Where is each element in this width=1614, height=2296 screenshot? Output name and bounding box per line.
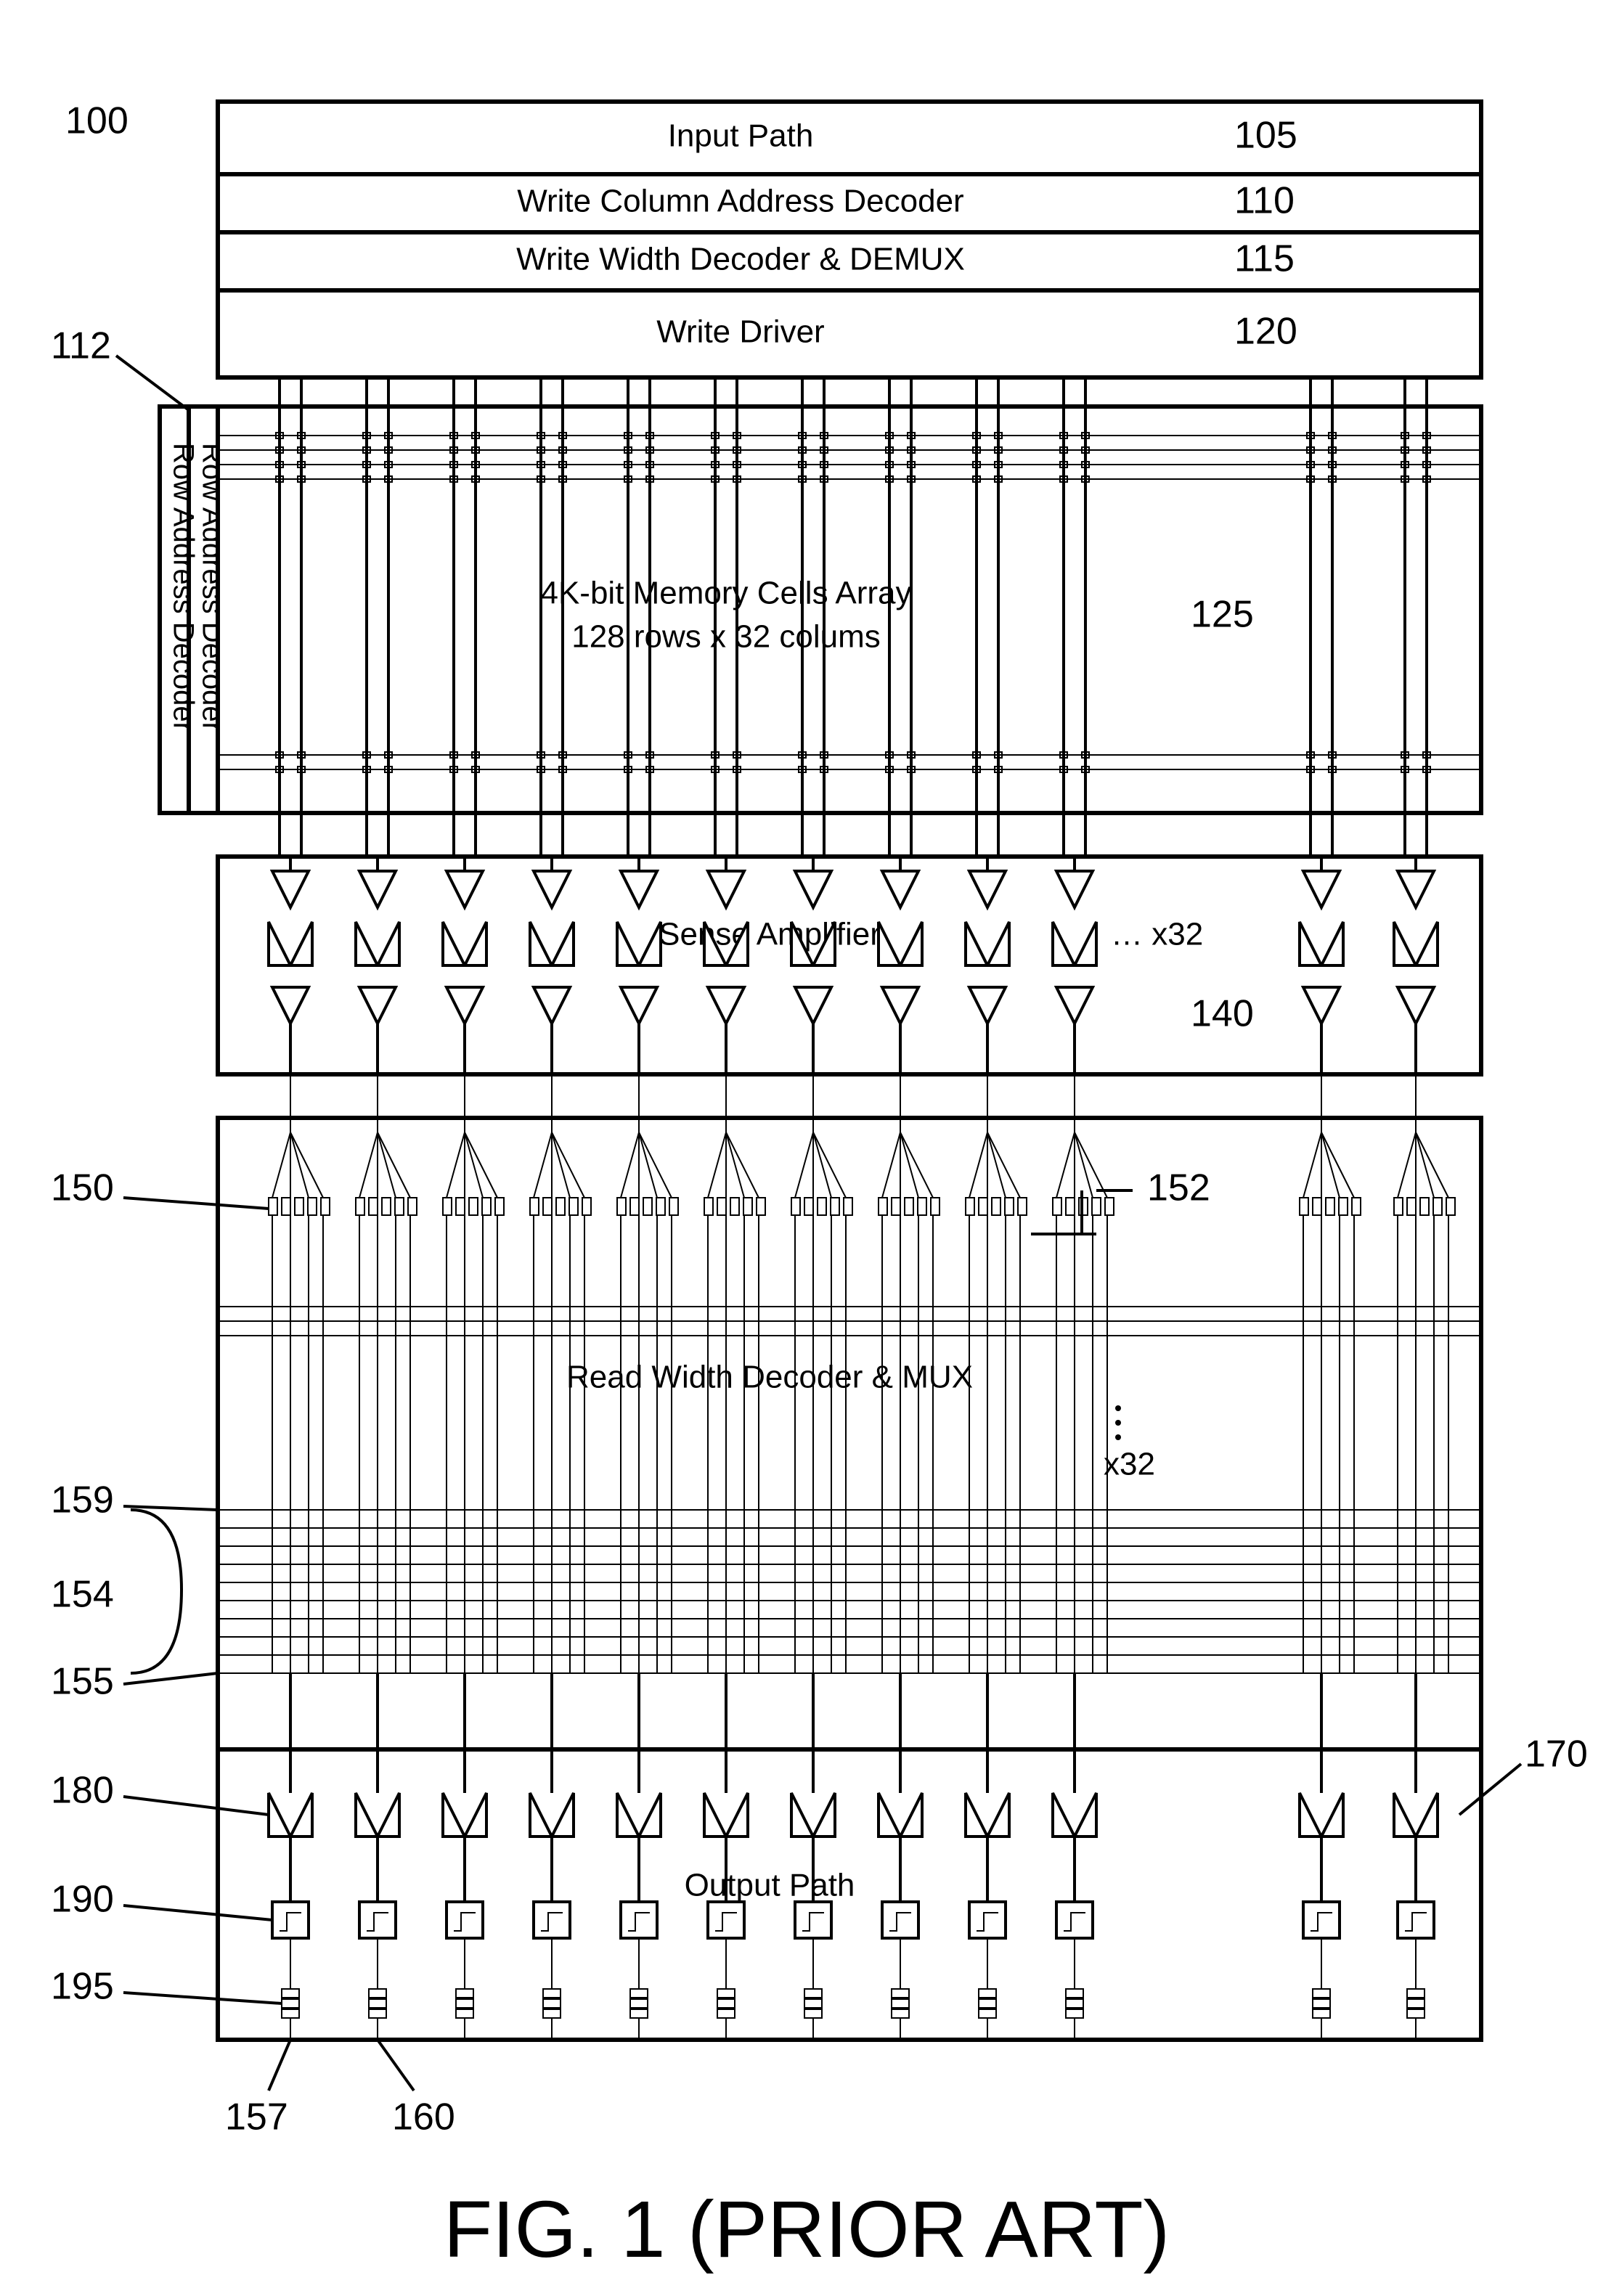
- ref-160: 160: [392, 2096, 455, 2138]
- ref-195: 195: [51, 1966, 114, 2008]
- ref-115: 115: [1234, 238, 1295, 280]
- ref-190: 190: [51, 1879, 114, 1921]
- read-mux-label: Read Width Decoder & MUX: [566, 1360, 973, 1395]
- ref-125: 125: [1191, 594, 1254, 636]
- input-path-label: Input Path: [668, 118, 814, 154]
- svg-text:x32: x32: [1104, 1447, 1155, 1482]
- ref-152: 152: [1147, 1167, 1210, 1209]
- ref-180: 180: [51, 1770, 114, 1812]
- ref-140: 140: [1191, 993, 1254, 1035]
- ref-112: 112: [51, 325, 111, 367]
- write-driver-label: Write Driver: [656, 314, 824, 350]
- ref-120: 120: [1234, 311, 1297, 353]
- mem-array-label-1: 4K-bit Memory Cells Array: [540, 576, 911, 611]
- ref-100: 100: [65, 100, 129, 142]
- x32-a: … x32: [1111, 917, 1203, 952]
- ref-155: 155: [51, 1661, 114, 1703]
- row-dec-label-1: Row Address Decoder: [167, 443, 199, 732]
- sense-amp-label: Sense Amplifier: [659, 917, 881, 952]
- output-path-label: Output Path: [685, 1868, 855, 1903]
- ref-157: 157: [225, 2096, 288, 2138]
- ref-105: 105: [1234, 115, 1297, 157]
- figure-caption: FIG. 1 (PRIOR ART): [444, 2185, 1170, 2274]
- write-width-demux-label: Write Width Decoder & DEMUX: [516, 242, 965, 277]
- memory-block-diagram: Input Path 105 Write Column Address Deco…: [0, 0, 1614, 2296]
- ref-110: 110: [1234, 180, 1295, 222]
- sense-amp-block: [218, 857, 1481, 1074]
- write-col-dec-label: Write Column Address Decoder: [517, 184, 963, 219]
- ref-150: 150: [51, 1167, 114, 1209]
- top-blocks: Input Path 105 Write Column Address Deco…: [218, 102, 1481, 377]
- ref-159: 159: [51, 1479, 114, 1521]
- mem-array-label-2: 128 rows x 32 colums: [571, 619, 881, 655]
- ref-170: 170: [1525, 1733, 1588, 1776]
- ref-154: 154: [51, 1574, 114, 1616]
